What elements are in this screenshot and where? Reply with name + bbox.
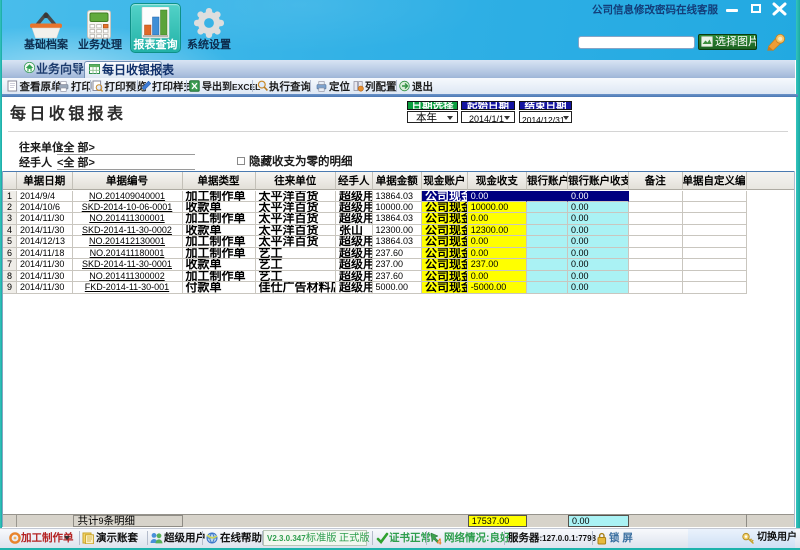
svg-text:4: 4 — [437, 538, 442, 546]
